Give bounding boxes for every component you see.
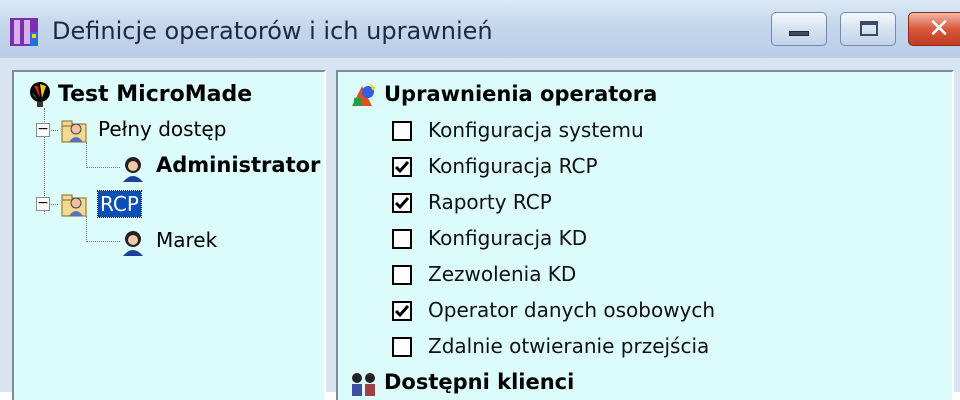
permission-label: Raporty RCP [428, 190, 552, 214]
permission-label: Zdalnie otwieranie przejścia [428, 334, 710, 358]
window-title: Definicje operatorów i ich uprawnień [52, 17, 493, 45]
permission-checkbox[interactable] [392, 121, 412, 141]
tree-root-label[interactable]: Test MicroMade [58, 82, 252, 107]
group-icon [61, 194, 87, 217]
permission-checkbox[interactable] [392, 157, 412, 177]
collapse-toggle-rcp[interactable]: − [36, 196, 50, 211]
tree-line [86, 142, 87, 168]
permission-checkbox[interactable] [392, 193, 412, 213]
tree-user-administrator[interactable]: Administrator [156, 153, 320, 177]
minimize-button[interactable] [771, 12, 827, 46]
balloon-icon [30, 82, 50, 107]
tree-user-marek[interactable]: Marek [156, 228, 217, 252]
clients-header: Dostępni klienci [384, 370, 575, 394]
close-icon: ✕ [928, 14, 950, 44]
app-icon [10, 18, 38, 46]
maximize-icon [860, 21, 878, 36]
checkmark-icon [394, 305, 410, 318]
permissions-icon [352, 84, 376, 106]
permission-label: Konfiguracja RCP [428, 154, 598, 178]
title-bar[interactable]: Definicje operatorów i ich uprawnień ✕ [0, 0, 960, 58]
operators-tree[interactable]: Test MicroMade − Pełny dostęp Administra… [12, 70, 326, 400]
tree-line [86, 241, 120, 242]
group-icon [61, 120, 87, 143]
permission-label: Operator danych osobowych [428, 298, 716, 322]
permission-checkbox[interactable] [392, 337, 412, 357]
permissions-panel: Uprawnienia operatora Konfiguracja syste… [336, 70, 954, 400]
tree-line [86, 167, 120, 168]
tree-group-rcp[interactable]: RCP [97, 190, 142, 218]
permission-checkbox[interactable] [392, 301, 412, 321]
maximize-button[interactable] [840, 12, 896, 46]
collapse-toggle-pelny-dostep[interactable]: − [36, 122, 50, 137]
clients-icon [352, 373, 375, 396]
permissions-header: Uprawnienia operatora [384, 82, 658, 106]
minimize-icon [789, 31, 809, 36]
permission-checkbox[interactable] [392, 265, 412, 285]
user-icon [123, 231, 143, 256]
checkmark-icon [394, 161, 410, 174]
close-button[interactable]: ✕ [908, 12, 960, 46]
tree-line [86, 216, 87, 242]
permission-label: Konfiguracja systemu [428, 118, 644, 142]
checkmark-icon [394, 197, 410, 210]
window: Definicje operatorów i ich uprawnień ✕ T… [0, 0, 960, 400]
permission-label: Konfiguracja KD [428, 226, 588, 250]
permission-checkbox[interactable] [392, 229, 412, 249]
user-icon [123, 157, 143, 182]
tree-group-pelny-dostep[interactable]: Pełny dostęp [98, 117, 226, 141]
permission-label: Zezwolenia KD [428, 262, 577, 286]
